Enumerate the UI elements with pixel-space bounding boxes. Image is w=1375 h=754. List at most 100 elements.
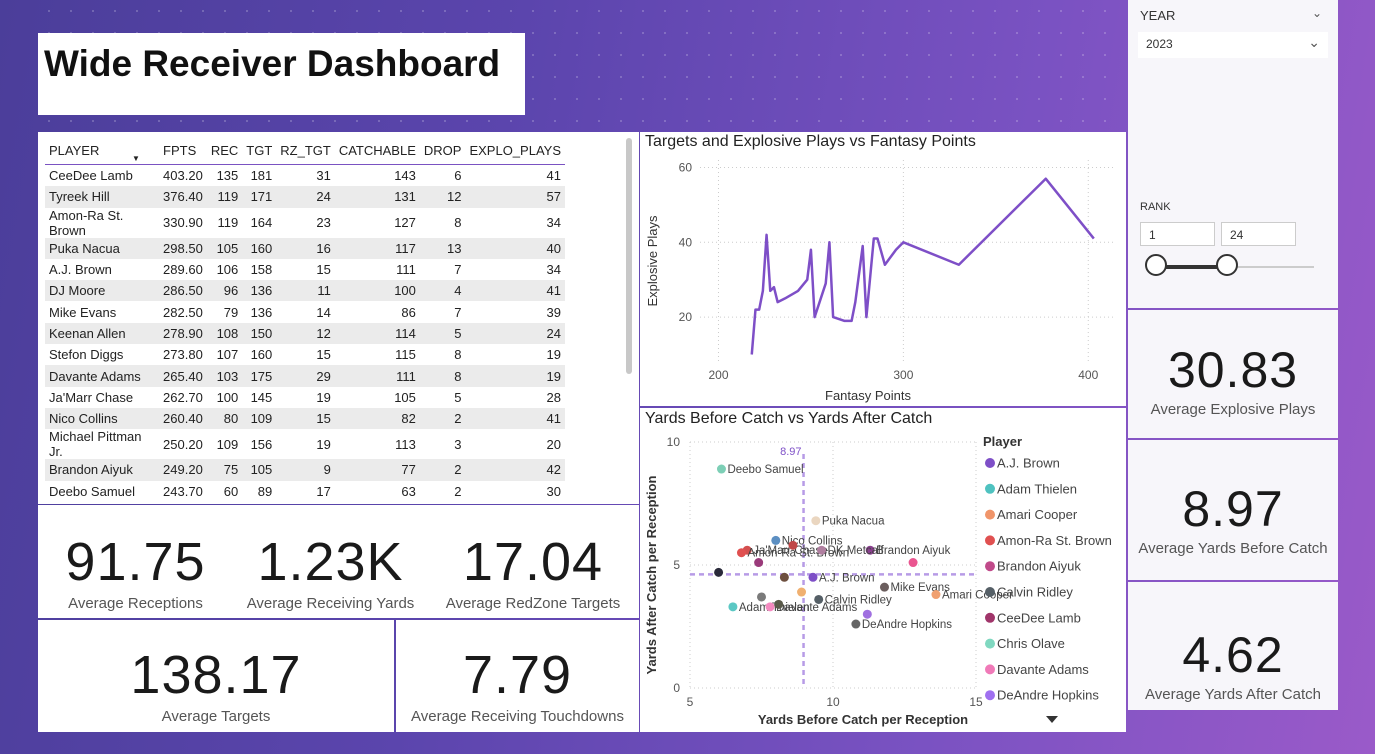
y-axis-label: Explosive Plays [645,215,660,307]
table-cell: 7 [454,262,462,278]
scatter-point [879,582,889,592]
table-cell: 24 [276,186,335,208]
kpi-explosive-plays: 30.83 Average Explosive Plays [1128,345,1338,418]
scatter-point [908,558,918,568]
table-cell: 19 [465,365,565,387]
legend-marker [985,509,995,520]
point-label: A.J. Brown [819,572,875,584]
line-chart-title: Targets and Explosive Plays vs Fantasy P… [645,133,976,150]
scatter-point [736,548,746,558]
table-row[interactable]: Puka Nacua 298.50 105 160 16 117 13 40 [45,237,565,259]
table-cell: 243.70 [163,483,203,499]
table-row[interactable]: Brandon Aiyuk 249.20 75 105 9 77 2 42 [45,459,565,481]
point-label: Puka Nacua [822,516,885,528]
column-header[interactable]: REC [206,136,243,165]
rank-range-track[interactable] [1145,254,1314,276]
table-row[interactable]: Tyreek Hill 376.40 119 171 24 131 12 57 [45,186,565,208]
column-header[interactable]: CATCHABLE [334,136,420,165]
table-row[interactable]: Mike Evans 282.50 79 136 14 86 7 39 [45,301,565,322]
table-cell: 5 [419,322,466,345]
table-cell: 42 [465,459,565,481]
table-cell: 106 [216,262,239,278]
kpi-value: 17.04 [462,532,604,592]
table-cell: 131 [334,186,420,208]
column-header[interactable]: FPTS [159,136,207,165]
kpi-value: 1.23K [257,532,404,592]
table-cell: A.J. Brown [49,262,112,278]
rank-slicer-label: RANK [1140,201,1171,213]
table-cell: 160 [250,347,273,363]
point-label: Deebo Samuel [727,464,803,476]
table-row[interactable]: Keenan Allen 278.90 108 150 12 114 5 24 [45,322,565,345]
kpi-label: Average Receiving Yards [246,595,415,612]
table-row[interactable]: Deebo Samuel 243.70 60 89 17 63 2 30 [45,481,565,500]
kpi-touchdowns: 7.79 Average Receiving Touchdowns [396,648,639,725]
table-row[interactable]: Davante Adams 265.40 103 175 29 111 8 19 [45,365,565,387]
table-row[interactable]: DJ Moore 286.50 96 136 11 100 4 41 [45,280,565,302]
legend-title: Player [983,434,1022,449]
sort-desc-icon[interactable]: ▼ [132,154,140,163]
legend-item: A.J. Brown [997,456,1060,471]
legend-marker [985,638,995,649]
rank-max-handle[interactable] [1216,254,1239,276]
rank-max-input[interactable]: 24 [1221,222,1296,246]
table-row[interactable]: Ja'Marr Chase 262.70 100 145 19 105 5 28 [45,387,565,408]
x-tick-label: 5 [687,695,694,709]
table-cell: 143 [394,168,416,184]
table-cell: 29 [276,365,335,387]
chevron-down-icon[interactable]: ⌄ [1312,6,1322,20]
table-cell: DJ Moore [45,280,160,302]
column-header[interactable]: EXPLO_PLAYS [465,136,565,165]
x-tick-label: 10 [826,695,840,709]
table-cell: 105 [242,459,277,481]
rank-min-handle[interactable] [1145,254,1167,276]
table-cell: 103 [206,365,243,387]
table-row[interactable]: Nico Collins 260.40 80 109 15 82 2 41 [45,407,565,430]
table-cell: Brandon Aiyuk [45,459,160,481]
legend-item: Calvin Ridley [997,585,1073,600]
column-header[interactable]: PLAYER [45,136,160,165]
legend-item: Adam Thielen [997,481,1077,496]
table-row[interactable]: Michael Pittman Jr. 250.20 109 156 19 113 3 20 [45,429,565,459]
scatter-point [716,464,726,474]
rank-min-input[interactable]: 1 [1140,222,1215,246]
year-dropdown[interactable]: 2023 ⌄ [1138,32,1328,58]
y-tick-label: 5 [673,558,680,572]
table-cell: 13 [419,237,466,259]
scatter-chart-title: Yards Before Catch vs Yards After Catch [645,410,933,427]
scatter-point [754,558,764,568]
table-cell: 111 [396,262,416,278]
table-cell: 260.40 [159,407,207,430]
table-cell: 286.50 [159,280,207,302]
table-cell: 175 [242,365,277,387]
table-cell: Keenan Allen [45,322,160,345]
table-cell: 14 [316,304,331,320]
column-header[interactable]: RZ_TGT [276,136,335,165]
table-cell: 262.70 [163,389,203,405]
kpi-yards-before-catch: 8.97 Average Yards Before Catch [1128,484,1338,557]
table-cell: 31 [316,168,331,184]
table-cell: 119 [217,215,239,231]
scatter-point [765,602,775,612]
table-cell: 28 [546,389,561,405]
table-cell: 34 [546,215,561,231]
column-header[interactable]: DROP [419,136,466,165]
table-row[interactable]: Amon-Ra St. Brown 330.90 119 164 23 127 8 34 [45,208,565,238]
kpi-receptions: 91.75 Average Receptions [38,535,233,612]
table-row[interactable]: A.J. Brown 289.60 106 158 15 111 7 34 [45,259,565,280]
table-cell: 108 [206,322,243,345]
table-cell: 115 [395,347,416,363]
table-cell: 158 [250,262,273,278]
y-tick-label: 40 [679,235,693,249]
kpi-yards-after-catch: 4.62 Average Yards After Catch [1128,630,1338,703]
table-cell: 171 [242,186,277,208]
column-header[interactable]: TGT [242,136,277,165]
legend-item: DeAndre Hopkins [997,688,1099,703]
table-cell: 105 [206,237,243,259]
table-scrollbar[interactable] [626,138,632,374]
table-row[interactable]: CeeDee Lamb 403.20 135 181 31 143 6 41 [45,165,565,187]
table-row[interactable]: Stefon Diggs 273.80 107 160 15 115 8 19 [45,344,565,365]
table-cell: 298.50 [159,237,207,259]
scatter-point [931,590,941,600]
table-cell: 40 [465,237,565,259]
